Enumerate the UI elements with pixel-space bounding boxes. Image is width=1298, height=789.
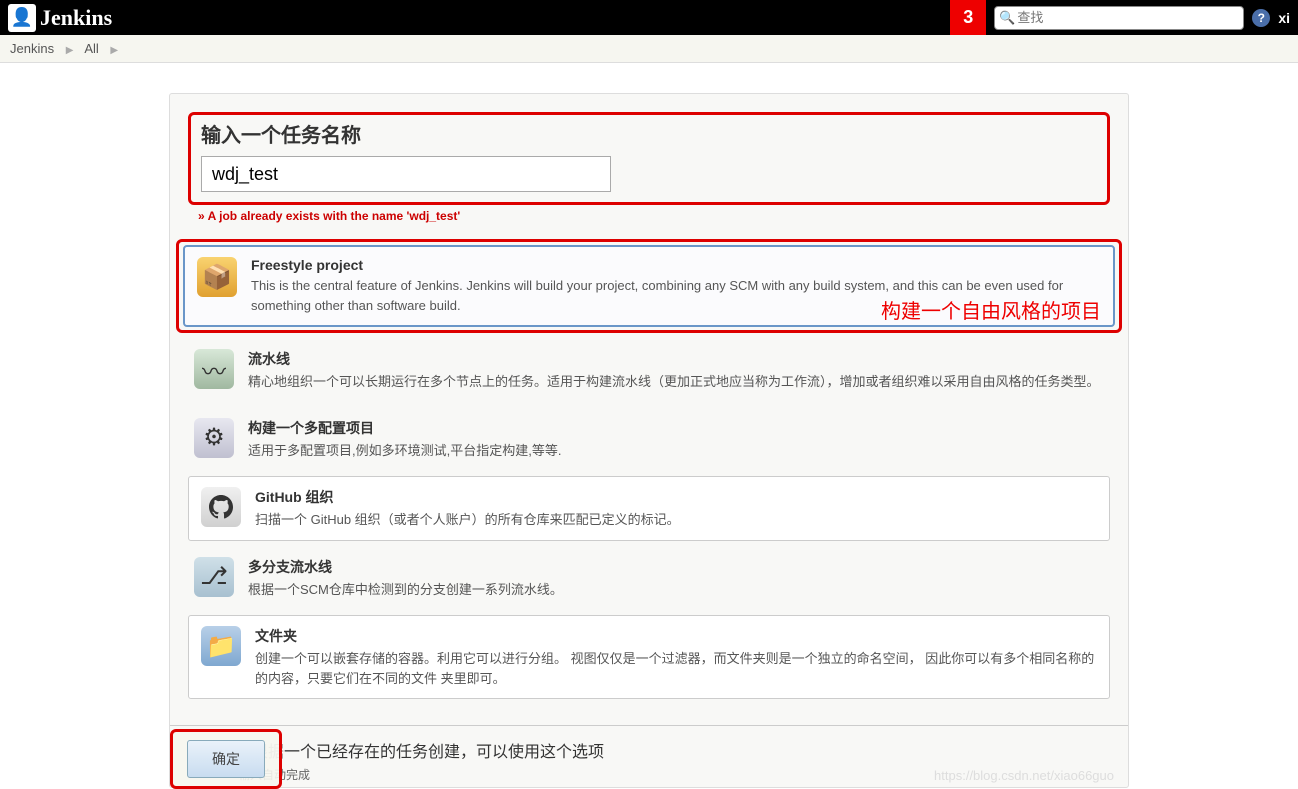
- top-header: 👤 Jenkins 3 🔍 ? xi: [0, 0, 1298, 35]
- item-title: Freestyle project: [251, 257, 1101, 273]
- pipeline-icon: 〰: [194, 349, 234, 389]
- help-icon[interactable]: ?: [1252, 9, 1270, 27]
- item-desc: 根据一个SCM仓库中检测到的分支创建一系列流水线。: [248, 580, 1104, 600]
- ok-highlight-box: 确定: [170, 729, 282, 789]
- logo[interactable]: 👤 Jenkins: [8, 4, 112, 32]
- ok-button[interactable]: 确定: [187, 740, 265, 778]
- multiconfig-icon: ⚙: [194, 418, 234, 458]
- item-desc: 适用于多配置项目,例如多环境测试,平台指定构建,等等.: [248, 441, 1104, 461]
- item-title: 文件夹: [255, 626, 1097, 646]
- logo-text: Jenkins: [40, 5, 112, 31]
- copy-from-title: 如果你想根据一个已经存在的任务创建，可以使用这个选项: [188, 738, 1110, 762]
- freestyle-icon: 📦: [197, 257, 237, 297]
- copy-dark: 一个已经存在的任务创建，可以使用这个选项: [284, 744, 604, 761]
- folder-icon: 📁: [201, 626, 241, 666]
- name-label: 输入一个任务名称: [201, 119, 1097, 148]
- new-item-panel: 输入一个任务名称 » A job already exists with the…: [169, 93, 1129, 788]
- item-title: 多分支流水线: [248, 557, 1104, 577]
- item-folder[interactable]: 📁 文件夹 创建一个可以嵌套存储的容器。利用它可以进行分组。 视图仅仅是一个过滤…: [189, 616, 1109, 698]
- chevron-right-icon: ▶: [66, 45, 74, 56]
- chevron-right-icon: ▶: [110, 45, 118, 56]
- item-desc: 创建一个可以嵌套存储的容器。利用它可以进行分组。 视图仅仅是一个过滤器，而文件夹…: [255, 649, 1097, 688]
- item-github[interactable]: GitHub 组织 扫描一个 GitHub 组织（或者个人账户）的所有仓库来匹配…: [189, 477, 1109, 540]
- item-title: 构建一个多配置项目: [248, 418, 1104, 438]
- annotation-text: 构建一个自由风格的项目: [881, 295, 1101, 324]
- folder-box: 📁 文件夹 创建一个可以嵌套存储的容器。利用它可以进行分组。 视图仅仅是一个过滤…: [188, 615, 1110, 699]
- item-list: 〰 流水线 精心地组织一个可以长期运行在多个节点上的任务。适用于构建流水线（更加…: [170, 339, 1128, 715]
- notification-badge[interactable]: 3: [950, 0, 986, 35]
- breadcrumb-jenkins[interactable]: Jenkins: [10, 41, 54, 56]
- item-multiconfig[interactable]: ⚙ 构建一个多配置项目 适用于多配置项目,例如多环境测试,平台指定构建,等等.: [182, 408, 1116, 471]
- search-wrap: 🔍: [994, 6, 1244, 30]
- name-error: » A job already exists with the name 'wd…: [198, 209, 1110, 223]
- name-highlight-box: 输入一个任务名称: [188, 112, 1110, 205]
- main-content: 输入一个任务名称 » A job already exists with the…: [0, 63, 1298, 788]
- name-section: 输入一个任务名称 » A job already exists with the…: [170, 94, 1128, 229]
- freestyle-highlight-box: 📦 Freestyle project This is the central …: [176, 239, 1122, 333]
- search-input[interactable]: [994, 6, 1244, 30]
- breadcrumb-all[interactable]: All: [84, 41, 98, 56]
- search-icon: 🔍: [999, 10, 1015, 26]
- jenkins-logo-icon: 👤: [8, 4, 36, 32]
- breadcrumb: Jenkins ▶ All ▶: [0, 35, 1298, 63]
- header-extra: xi: [1278, 10, 1290, 26]
- item-desc: 精心地组织一个可以长期运行在多个节点上的任务。适用于构建流水线（更加正式地应当称…: [248, 372, 1104, 392]
- item-title: 流水线: [248, 349, 1104, 369]
- item-title: GitHub 组织: [255, 487, 1097, 507]
- item-name-input[interactable]: [201, 156, 611, 192]
- item-pipeline[interactable]: 〰 流水线 精心地组织一个可以长期运行在多个节点上的任务。适用于构建流水线（更加…: [182, 339, 1116, 402]
- item-desc: 扫描一个 GitHub 组织（或者个人账户）的所有仓库来匹配已定义的标记。: [255, 510, 1097, 530]
- multibranch-icon: ⎇: [194, 557, 234, 597]
- github-box: GitHub 组织 扫描一个 GitHub 组织（或者个人账户）的所有仓库来匹配…: [188, 476, 1110, 541]
- github-icon: [201, 487, 241, 527]
- item-multibranch[interactable]: ⎇ 多分支流水线 根据一个SCM仓库中检测到的分支创建一系列流水线。: [182, 547, 1116, 610]
- watermark: https://blog.csdn.net/xiao66guo: [934, 768, 1114, 783]
